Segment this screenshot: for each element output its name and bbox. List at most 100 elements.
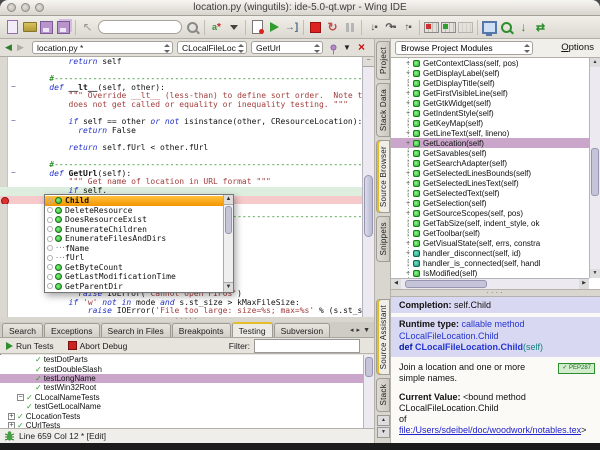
window-zoom-button[interactable] [35,3,44,12]
autocomplete-item[interactable]: EnumerateFilesAndDirs [45,234,223,244]
module-tree-row[interactable]: +GetSourceScopes(self, pos) [391,208,589,218]
autocomplete-item[interactable]: ···fUrl [45,253,223,263]
debug-exceptions-icon[interactable] [441,18,456,36]
module-tree-row[interactable]: ¦GetToolbar(self) [391,228,589,238]
side-tab-source-browser[interactable]: Source Browser [376,140,390,213]
module-tree-row[interactable]: ¦GetSavables(self) [391,148,589,158]
nav-forward-icon[interactable]: ▶ [17,42,24,53]
autocomplete-item[interactable]: ···fName [45,244,223,254]
module-tree-row[interactable]: +GetVisualState(self, errs, constra [391,238,589,248]
tree-expander-icon[interactable]: + [403,240,413,247]
window-close-button[interactable] [7,3,16,12]
search-mag-icon[interactable] [185,18,200,36]
tree-expander-icon[interactable]: ¦ [403,220,413,227]
test-scrollbar-thumb[interactable] [365,357,373,377]
code-line[interactable]: """ Get name of location in URL format "… [0,178,362,187]
step-out-icon[interactable]: ↑▪ [400,18,415,36]
test-tree-row[interactable]: +✓CLocationTests [0,411,374,420]
tree-expander-icon[interactable]: ¦ [403,150,413,157]
tab-testing[interactable]: Testing [232,322,273,337]
code-line[interactable]: return self.fUrl < other.fUrl [0,144,362,153]
module-tree-row[interactable]: ¦GetKeyMap(self) [391,118,589,128]
module-tree-row[interactable]: +GetLocation(self) [391,138,589,148]
chevron-down-icon[interactable]: ▼ [343,43,351,52]
code-search-icon[interactable] [499,18,514,36]
tree-expander-icon[interactable]: ¦ [403,230,413,237]
module-tree-row[interactable]: +GetFirstVisibleLine(self) [391,88,589,98]
tree-expander-icon[interactable]: + [403,130,413,137]
tree-expander-icon[interactable]: + [403,250,413,257]
step-over-icon[interactable]: ↷▪ [383,18,398,36]
class-dropdown[interactable]: CLocalFileLoc [177,41,247,54]
editor-scrollbar-thumb[interactable] [364,175,373,237]
tab-scroll-up-icon[interactable]: ▲ [377,415,390,426]
side-tab-source-assistant[interactable]: Source Assistant [376,299,390,375]
test-tree-row[interactable]: +✓CUrlTests [0,421,374,428]
fold-marker-icon[interactable]: − [11,170,16,178]
save-icon[interactable] [39,18,54,36]
module-vscroll-thumb[interactable] [591,148,599,196]
tree-expander-icon[interactable]: + [403,210,413,217]
module-tree-row[interactable]: ¦handler_is_connected(self, handl [391,258,589,268]
filter-input[interactable] [254,339,360,353]
tree-expander-icon[interactable]: + [403,70,413,77]
tab-breakpoints[interactable]: Breakpoints [172,323,231,337]
new-file-icon[interactable] [5,18,20,36]
stop-icon[interactable] [308,18,323,36]
code-line[interactable] [0,67,362,76]
debug-file-icon[interactable] [250,18,265,36]
debug-modules-icon[interactable] [458,18,473,36]
side-tab-stack-data[interactable]: Stack Data [376,83,390,137]
breakpoint-icon[interactable] [1,197,9,205]
step-into-icon[interactable]: ↓▪ [366,18,381,36]
sync-icon[interactable]: ⇄ [533,18,548,36]
scroll-down-icon[interactable]: ▼ [224,282,233,292]
scroll-left-icon[interactable]: ◀ [391,279,401,289]
run-tests-button[interactable]: Run Tests [16,341,54,351]
autocomplete-item[interactable]: GetByteCount [45,263,223,273]
nav-back-icon[interactable]: ◀ [5,42,12,53]
tree-expander-icon[interactable]: + [403,100,413,107]
titlebar[interactable]: location.py (wingutils): ide-5.0-qt.wpr … [0,0,600,16]
tree-expander-icon[interactable]: + [403,200,413,207]
goto-line-icon[interactable]: ↓ [516,18,531,36]
test-tree-row[interactable]: ✓testGetLocalName [0,402,374,411]
tree-expander-icon[interactable]: + [403,140,413,147]
tree-expander-icon[interactable]: + [403,60,413,67]
code-line[interactable]: − if self == other or not isinstance(oth… [0,118,362,127]
module-hscroll-thumb[interactable] [405,280,487,288]
code-line[interactable] [0,135,362,144]
right-splitter[interactable]: ···· [391,289,600,297]
tab-search-in-files[interactable]: Search in Files [101,323,171,337]
side-tab-project[interactable]: Project [376,41,390,80]
module-tree-row[interactable]: ¦GetSelectedText(self) [391,188,589,198]
code-line[interactable] [0,110,362,119]
module-tree-row[interactable]: +GetGtkWidget(self) [391,98,589,108]
pep287-badge[interactable]: ✓ PEP287 [558,363,595,374]
abort-debug-icon[interactable] [68,341,77,350]
code-line[interactable]: """ Override __lt__ (less-than) to defin… [0,92,362,101]
autocomplete-item[interactable]: DoesResourceExist [45,215,223,225]
code-line[interactable]: − def GetUrl(self): [0,170,362,179]
tree-expander-icon[interactable]: + [403,110,413,117]
close-editor-icon[interactable]: × [358,40,365,54]
current-value-link[interactable]: file:/Users/sdeibel/doc/woodwork/notable… [399,425,581,435]
module-tree-row[interactable]: +GetSelectedLinesText(self) [391,178,589,188]
module-tree-row[interactable]: +GetLineText(self, lineno) [391,128,589,138]
run-to-cursor-icon[interactable]: →] [284,18,299,36]
code-line[interactable]: if 'w' not in mode and s.st_size > kMaxF… [0,299,362,308]
code-line[interactable] [0,153,362,162]
tree-expander-icon[interactable]: ¦ [403,80,413,87]
debug-bug-icon[interactable] [4,430,15,443]
symbol-dropdown[interactable]: GetUrl [251,41,323,54]
module-tree-row[interactable]: +GetDisplayLabel(self) [391,68,589,78]
module-tree-row[interactable]: ¦GetDisplayTitle(self) [391,78,589,88]
tab-scroll-right-icon[interactable]: ▸ [357,326,361,334]
module-tree-row[interactable]: +GetContextClass(self, pos) [391,58,589,68]
window-minimize-button[interactable] [21,3,30,12]
module-tree-row[interactable]: +GetSelectedLinesBounds(self) [391,168,589,178]
browse-mode-dropdown[interactable]: Browse Project Modules [395,41,533,55]
test-tree-row[interactable]: −✓CLocalNameTests [0,393,374,402]
code-line[interactable]: return self [0,58,362,67]
pause-icon[interactable] [342,18,357,36]
